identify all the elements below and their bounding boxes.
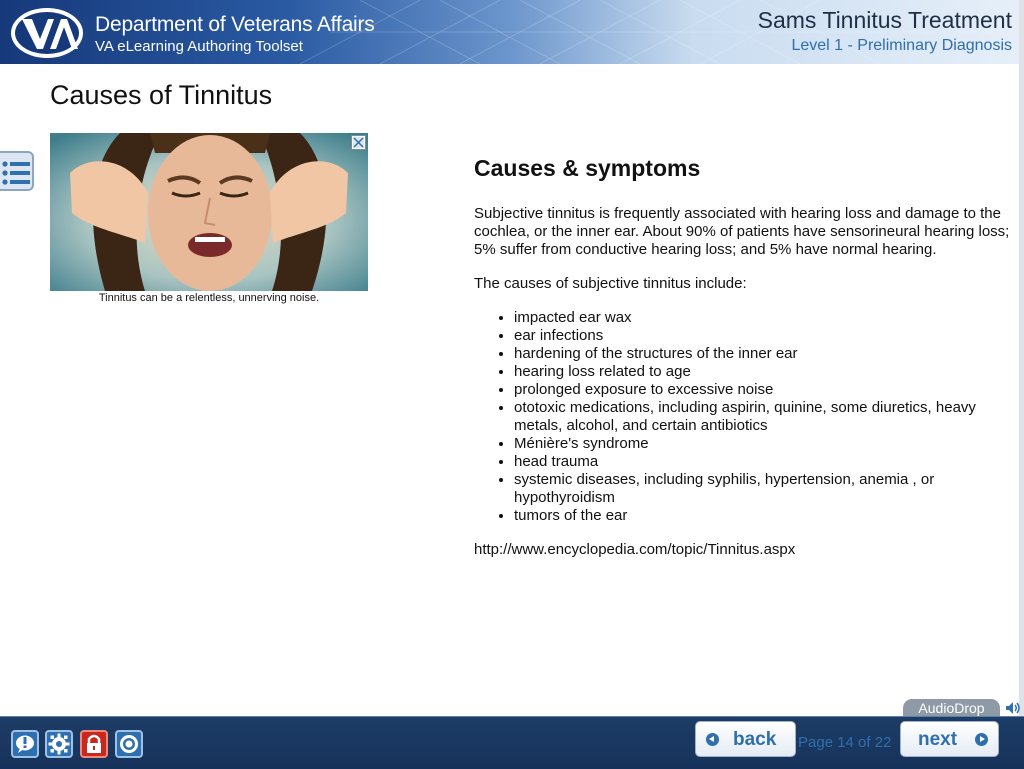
list-item: systemic diseases, including syphilis, h… — [514, 471, 1014, 507]
content-panel: Causes & symptoms Subjective tinnitus is… — [474, 150, 1014, 575]
list-item: head trauma — [514, 453, 1014, 471]
settings-icon[interactable] — [45, 730, 73, 758]
list-item: prolonged exposure to excessive noise — [514, 381, 1014, 399]
zoom-icon[interactable] — [351, 135, 366, 150]
list-item: ototoxic medications, including aspirin,… — [514, 399, 1014, 435]
next-arrow-icon — [975, 733, 988, 746]
audiodrop-tab[interactable]: AudioDrop — [903, 699, 1000, 717]
menu-button[interactable] — [0, 151, 34, 191]
causes-list: impacted ear wax ear infections hardenin… — [474, 309, 1014, 525]
back-button[interactable]: back — [695, 721, 796, 757]
speaker-icon[interactable] — [1004, 699, 1022, 717]
page-title: Causes of Tinnitus — [50, 80, 273, 110]
list-item: hearing loss related to age — [514, 363, 1014, 381]
distressed-woman-photo — [50, 133, 368, 291]
target-icon[interactable] — [115, 730, 143, 758]
window-edge — [1019, 0, 1024, 768]
app-header: Department of Veterans Affairs VA eLearn… — [0, 0, 1020, 64]
list-item: hardening of the structures of the inner… — [514, 345, 1014, 363]
va-logo-icon — [11, 8, 83, 58]
image-caption: Tinnitus can be a relentless, unnerving … — [98, 292, 320, 304]
list-item: tumors of the ear — [514, 507, 1014, 525]
help-icon[interactable] — [11, 730, 39, 758]
page-counter: Page 14 of 22 — [798, 734, 892, 751]
causes-intro: The causes of subjective tinnitus includ… — [474, 275, 747, 292]
list-menu-icon — [2, 161, 30, 185]
list-item: impacted ear wax — [514, 309, 1014, 327]
organization-name: Department of Veterans Affairs — [95, 13, 375, 36]
lock-icon[interactable] — [80, 730, 108, 758]
course-title: Sams Tinnitus Treatment — [757, 7, 1012, 33]
source-link[interactable]: http://www.encyclopedia.com/topic/Tinnit… — [474, 541, 1014, 559]
next-label: next — [918, 729, 958, 750]
list-item: ear infections — [514, 327, 1014, 345]
back-label: back — [733, 729, 777, 750]
back-arrow-icon — [706, 733, 719, 746]
toolset-name: VA eLearning Authoring Toolset — [95, 38, 303, 55]
content-heading: Causes & symptoms — [474, 155, 701, 181]
footer-toolbar: back Page 14 of 22 next — [0, 716, 1024, 769]
next-button[interactable]: next — [900, 721, 999, 757]
content-image[interactable] — [50, 133, 368, 291]
intro-paragraph: Subjective tinnitus is frequently associ… — [474, 205, 1010, 258]
course-level: Level 1 - Preliminary Diagnosis — [791, 37, 1012, 54]
list-item: Ménière's syndrome — [514, 435, 1014, 453]
